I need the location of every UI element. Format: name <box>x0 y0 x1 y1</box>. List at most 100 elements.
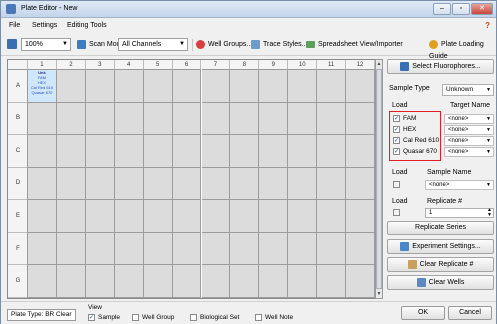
well-E3[interactable] <box>85 200 115 233</box>
well-D3[interactable] <box>85 167 115 201</box>
well-F8[interactable] <box>230 232 260 266</box>
column-header-12[interactable]: 12 <box>346 60 375 70</box>
column-header-8[interactable]: 8 <box>230 60 260 70</box>
well-groups-button[interactable]: Well Groups... <box>196 39 252 51</box>
well-D11[interactable] <box>317 167 347 201</box>
well-E11[interactable] <box>317 200 347 233</box>
view-biological-set-option[interactable]: Biological Set <box>190 314 239 321</box>
column-header-1[interactable]: 1 <box>28 60 57 70</box>
column-header-4[interactable]: 4 <box>114 60 144 70</box>
well-B1[interactable] <box>28 102 57 136</box>
well-F1[interactable] <box>28 232 57 266</box>
row-header-E[interactable]: E <box>8 200 28 233</box>
well-B3[interactable] <box>85 102 115 136</box>
maximize-button[interactable]: ▫ <box>452 3 470 15</box>
well-B5[interactable] <box>143 102 173 136</box>
minimize-button[interactable]: – <box>433 3 451 15</box>
clear-wells-button[interactable]: Clear Wells <box>387 275 494 290</box>
well-E1[interactable] <box>28 200 57 233</box>
well-E6[interactable] <box>172 200 202 233</box>
title-bar[interactable]: Plate Editor - New – ▫ ✕ <box>1 1 496 18</box>
sample-name-select[interactable]: <none> ▼ <box>425 180 494 190</box>
well-D6[interactable] <box>172 167 202 201</box>
zoom-icon[interactable] <box>7 39 20 51</box>
well-B12[interactable] <box>346 102 375 136</box>
view-well-note-checkbox[interactable] <box>255 314 262 321</box>
well-C10[interactable] <box>288 135 318 168</box>
view-well-group-checkbox[interactable] <box>132 314 139 321</box>
scroll-down-icon[interactable]: ▼ <box>376 290 382 298</box>
well-E9[interactable] <box>259 200 289 233</box>
well-D4[interactable] <box>114 167 144 201</box>
well-A12[interactable] <box>346 70 375 103</box>
well-F3[interactable] <box>85 232 115 266</box>
well-A7[interactable] <box>201 70 231 103</box>
menu-settings[interactable]: Settings <box>32 22 57 29</box>
well-A8[interactable] <box>230 70 260 103</box>
replicate-series-button[interactable]: Replicate Series <box>387 221 494 235</box>
grid-scrollbar[interactable]: ▲ ▼ <box>375 59 383 299</box>
cal-red-610-target-select[interactable]: <none> ▼ <box>444 136 494 146</box>
well-F9[interactable] <box>259 232 289 266</box>
replicate-load-checkbox[interactable] <box>393 209 400 216</box>
cancel-button[interactable]: Cancel <box>448 306 492 320</box>
well-E10[interactable] <box>288 200 318 233</box>
well-D7[interactable] <box>201 167 231 201</box>
well-D9[interactable] <box>259 167 289 201</box>
column-header-10[interactable]: 10 <box>288 60 318 70</box>
hex-checkbox[interactable]: ✓ <box>393 126 400 133</box>
scroll-up-icon[interactable]: ▲ <box>376 60 382 68</box>
well-F6[interactable] <box>172 232 202 266</box>
well-B8[interactable] <box>230 102 260 136</box>
column-header-5[interactable]: 5 <box>143 60 173 70</box>
well-F5[interactable] <box>143 232 173 266</box>
well-B10[interactable] <box>288 102 318 136</box>
well-A3[interactable] <box>85 70 115 103</box>
column-header-3[interactable]: 3 <box>85 60 115 70</box>
replicate-stepper[interactable]: 1 ▲ ▼ <box>425 208 494 218</box>
well-G3[interactable] <box>85 265 115 298</box>
scroll-thumb[interactable] <box>376 69 382 289</box>
well-D8[interactable] <box>230 167 260 201</box>
stepper-arrows-icon[interactable]: ▲ ▼ <box>487 208 492 218</box>
well-D12[interactable] <box>346 167 375 201</box>
well-G4[interactable] <box>114 265 144 298</box>
well-C4[interactable] <box>114 135 144 168</box>
well-A11[interactable] <box>317 70 347 103</box>
well-C1[interactable] <box>28 135 57 168</box>
row-header-B[interactable]: B <box>8 102 28 136</box>
quasar-670-target-select[interactable]: <none> ▼ <box>444 147 494 157</box>
select-fluorophores-button[interactable]: Select Fluorophores... <box>387 59 494 74</box>
fam-target-select[interactable]: <none> ▼ <box>444 114 494 124</box>
grid-corner[interactable] <box>8 60 28 70</box>
hex-target-select[interactable]: <none> ▼ <box>444 125 494 135</box>
well-G9[interactable] <box>259 265 289 298</box>
view-biological-set-checkbox[interactable] <box>190 314 197 321</box>
view-sample-option[interactable]: ✓ Sample <box>88 314 120 321</box>
clear-replicate-button[interactable]: Clear Replicate # <box>387 257 494 272</box>
well-C5[interactable] <box>143 135 173 168</box>
row-header-G[interactable]: G <box>8 265 28 298</box>
well-D5[interactable] <box>143 167 173 201</box>
well-B4[interactable] <box>114 102 144 136</box>
plate-loading-guide-button[interactable]: Plate Loading Guide <box>429 39 496 60</box>
well-G7[interactable] <box>201 265 231 298</box>
spreadsheet-button[interactable]: Spreadsheet View/Importer <box>306 39 403 51</box>
view-well-note-option[interactable]: Well Note <box>255 314 293 321</box>
well-G11[interactable] <box>317 265 347 298</box>
well-E5[interactable] <box>143 200 173 233</box>
experiment-settings-button[interactable]: Experiment Settings... <box>387 239 494 254</box>
well-F4[interactable] <box>114 232 144 266</box>
well-F7[interactable] <box>201 232 231 266</box>
well-F10[interactable] <box>288 232 318 266</box>
well-B7[interactable] <box>201 102 231 136</box>
well-F12[interactable] <box>346 232 375 266</box>
quasar-670-checkbox[interactable]: ✓ <box>393 148 400 155</box>
well-B9[interactable] <box>259 102 289 136</box>
menu-file[interactable]: File <box>9 22 20 29</box>
view-sample-checkbox[interactable]: ✓ <box>88 314 95 321</box>
menu-editing-tools[interactable]: Editing Tools <box>67 22 107 29</box>
scan-mode-select[interactable]: All Channels ▼ <box>118 38 188 51</box>
well-C11[interactable] <box>317 135 347 168</box>
column-header-9[interactable]: 9 <box>259 60 289 70</box>
